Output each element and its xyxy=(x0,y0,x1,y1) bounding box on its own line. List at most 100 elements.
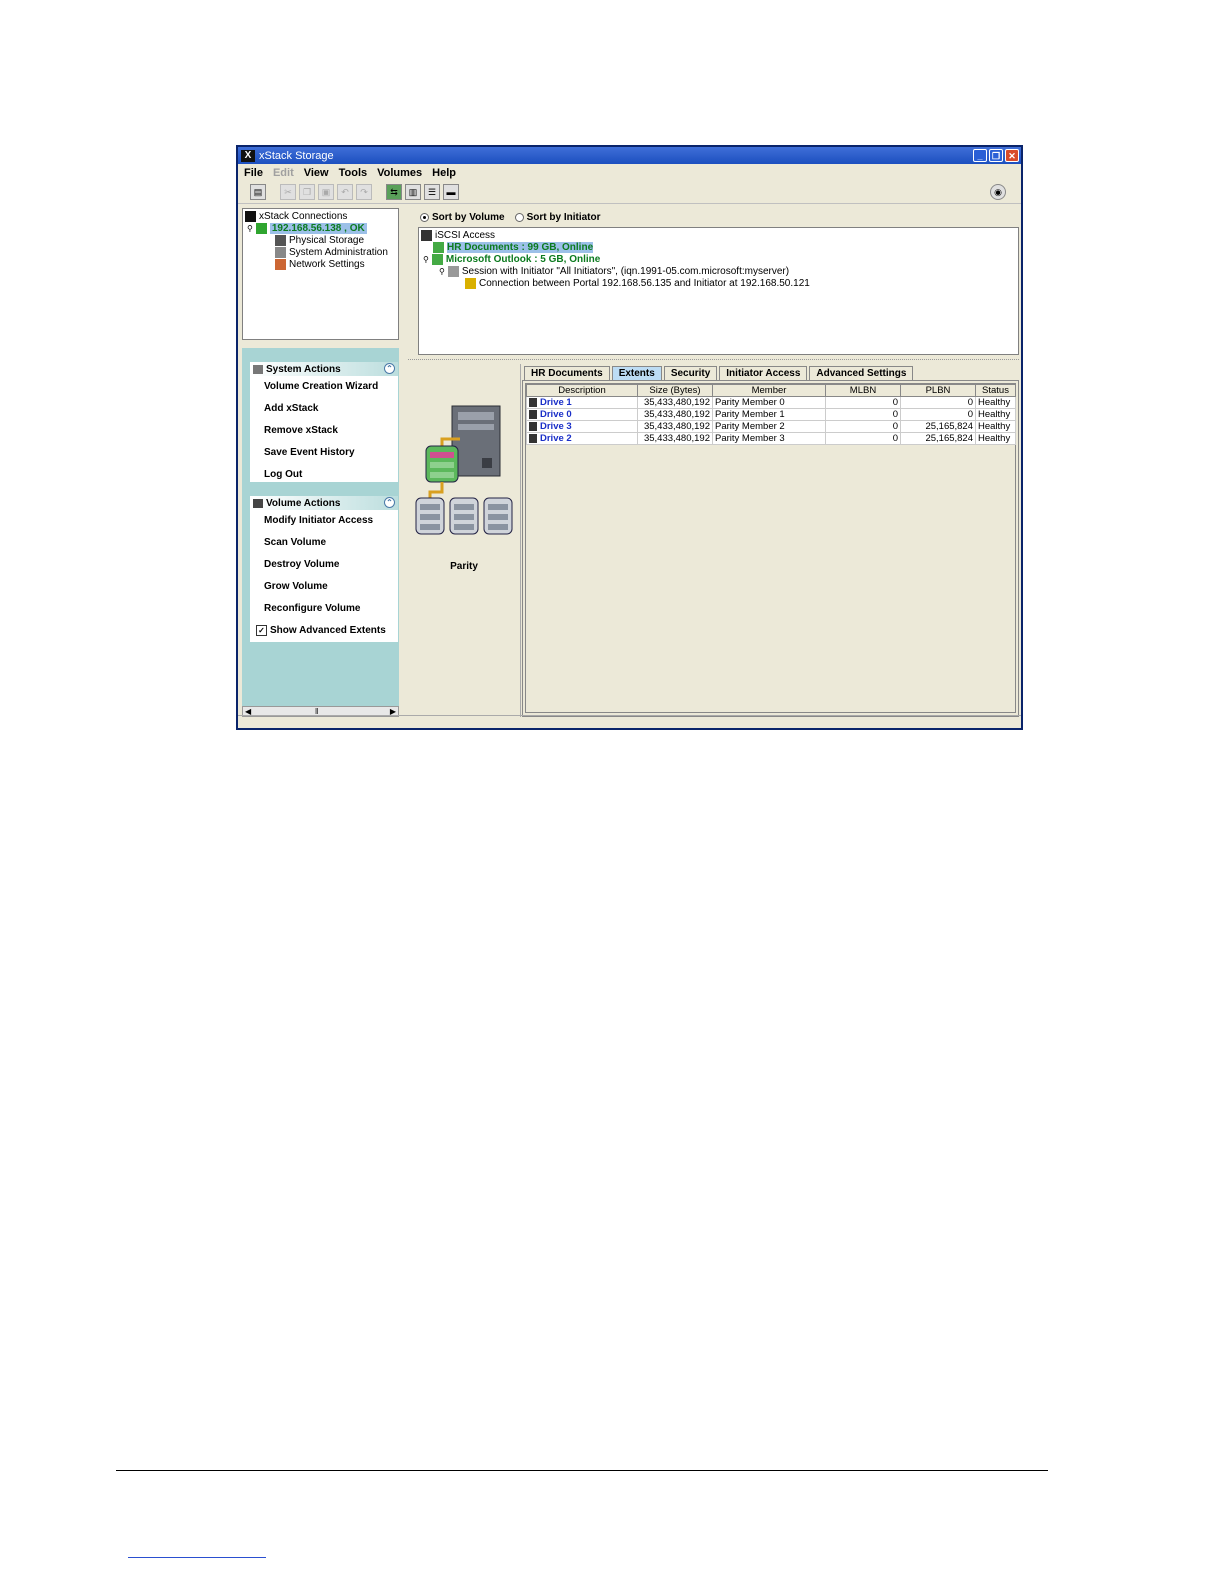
disk-icon xyxy=(275,235,286,246)
tree-item-network-settings[interactable]: Network Settings xyxy=(275,259,365,270)
storage-view-icon[interactable]: ☰ xyxy=(424,184,440,200)
tree-connection[interactable]: ⚲ 192.168.56.138 , OK xyxy=(247,223,367,234)
sort-by-volume-radio[interactable] xyxy=(420,212,429,222)
extents-table: Description Size (Bytes) Member MLBN PLB… xyxy=(526,384,1016,445)
tab-hr-documents[interactable]: HR Documents xyxy=(524,366,610,380)
remove-xstack-link[interactable]: Remove xStack xyxy=(250,420,398,442)
column-header-mlbn[interactable]: MLBN xyxy=(825,384,901,397)
tab-extents[interactable]: Extents xyxy=(611,366,662,380)
iscsi-root[interactable]: iSCSI Access xyxy=(421,230,495,241)
drive-icon xyxy=(529,433,537,443)
iscsi-tree: iSCSI Access HR Documents : 99 GB, Onlin… xyxy=(418,227,1019,355)
session-icon xyxy=(447,266,459,277)
server-icon xyxy=(451,405,501,477)
connect-icon[interactable]: ▤ xyxy=(250,184,266,200)
table-row[interactable]: Drive 3 35,433,480,192 Parity Member 2 0… xyxy=(526,420,1016,433)
reconfigure-volume-link[interactable]: Reconfigure Volume xyxy=(250,598,398,620)
xstack-icon xyxy=(245,211,256,222)
menu-view[interactable]: View xyxy=(304,167,329,179)
volume-icon xyxy=(433,242,444,253)
volume-actions-panel: Volume Actions ⌃ Modify Initiator Access… xyxy=(250,496,398,642)
paste-icon[interactable]: ▣ xyxy=(318,184,334,200)
page-footer-rule xyxy=(116,1470,1048,1471)
column-header-description[interactable]: Description xyxy=(526,384,638,397)
tab-security[interactable]: Security xyxy=(663,366,718,380)
system-icon xyxy=(253,364,263,374)
collapse-icon[interactable]: ⌃ xyxy=(384,363,395,374)
undo-icon[interactable]: ↶ xyxy=(337,184,353,200)
session-item[interactable]: ⚲ Session with Initiator "All Initiators… xyxy=(439,266,789,277)
redo-icon[interactable]: ↷ xyxy=(356,184,372,200)
connections-tree: xStack Connections ⚲ 192.168.56.138 , OK… xyxy=(242,208,399,340)
modify-initiator-access-link[interactable]: Modify Initiator Access xyxy=(250,510,398,532)
iscsi-view-icon[interactable]: ⇆ xyxy=(386,184,402,200)
menu-bar: File Edit View Tools Volumes Help xyxy=(238,164,1021,181)
raid-type-label: Parity xyxy=(450,561,478,572)
grow-volume-link[interactable]: Grow Volume xyxy=(250,576,398,598)
volume-microsoft-outlook[interactable]: ⚲ Microsoft Outlook : 5 GB, Online xyxy=(423,254,600,265)
minimize-icon[interactable]: _ xyxy=(973,149,987,162)
volume-actions-header[interactable]: Volume Actions ⌃ xyxy=(250,496,398,510)
expand-icon[interactable]: ⚲ xyxy=(439,267,445,276)
sort-options: Sort by Volume Sort by Initiator xyxy=(408,208,1019,226)
system-actions-header[interactable]: System Actions ⌃ xyxy=(250,362,398,376)
network-view-icon[interactable]: ▬ xyxy=(443,184,459,200)
iscsi-icon xyxy=(421,230,432,241)
volume-hr-documents[interactable]: HR Documents : 99 GB, Online xyxy=(433,242,594,253)
member-disk-icon xyxy=(483,497,513,535)
cut-icon[interactable]: ✂ xyxy=(280,184,296,200)
tree-root[interactable]: xStack Connections xyxy=(245,211,347,222)
sort-by-initiator-radio[interactable] xyxy=(514,212,524,222)
menu-tools[interactable]: Tools xyxy=(339,167,368,179)
volume-tabs: HR Documents Extents Security Initiator … xyxy=(524,366,915,380)
tab-advanced-settings[interactable]: Advanced Settings xyxy=(809,366,914,380)
menu-file[interactable]: File xyxy=(244,167,263,179)
iscsi-pane: Sort by Volume Sort by Initiator iSCSI A… xyxy=(408,208,1019,355)
member-disk-icon xyxy=(415,497,445,535)
table-row[interactable]: Drive 2 35,433,480,192 Parity Member 3 0… xyxy=(526,432,1016,445)
table-row[interactable]: Drive 0 35,433,480,192 Parity Member 1 0… xyxy=(526,408,1016,421)
add-xstack-link[interactable]: Add xStack xyxy=(250,398,398,420)
drive-icon xyxy=(529,397,537,407)
destroy-volume-link[interactable]: Destroy Volume xyxy=(250,554,398,576)
drive-view-icon[interactable]: ▥ xyxy=(405,184,421,200)
table-row[interactable]: Drive 1 35,433,480,192 Parity Member 0 0… xyxy=(526,396,1016,409)
extents-tab-panel: Description Size (Bytes) Member MLBN PLB… xyxy=(522,380,1019,717)
expand-icon[interactable]: ⚲ xyxy=(423,255,429,264)
show-advanced-extents-row[interactable]: ✓ Show Advanced Extents xyxy=(250,620,398,642)
column-header-size[interactable]: Size (Bytes) xyxy=(637,384,713,397)
member-disk-icon xyxy=(449,497,479,535)
save-event-history-link[interactable]: Save Event History xyxy=(250,442,398,464)
tab-initiator-access[interactable]: Initiator Access xyxy=(719,366,808,380)
left-pane: xStack Connections ⚲ 192.168.56.138 , OK… xyxy=(242,208,399,717)
app-window: X xStack Storage _ ❐ ✕ File Edit View To… xyxy=(236,145,1023,730)
extents-table-container: Description Size (Bytes) Member MLBN PLB… xyxy=(525,383,1016,713)
column-header-plbn[interactable]: PLBN xyxy=(900,384,976,397)
log-out-link[interactable]: Log Out xyxy=(250,464,398,486)
title-bar: X xStack Storage _ ❐ ✕ xyxy=(238,147,1021,164)
drive-icon xyxy=(529,421,537,431)
menu-edit[interactable]: Edit xyxy=(273,167,294,179)
toolbar: ▤ ✂ ❐ ▣ ↶ ↷ ⇆ ▥ ☰ ▬ ◉ xyxy=(238,181,1021,204)
close-icon[interactable]: ✕ xyxy=(1005,149,1019,162)
connection-icon xyxy=(465,278,476,289)
scan-volume-link[interactable]: Scan Volume xyxy=(250,532,398,554)
copy-icon[interactable]: ❐ xyxy=(299,184,315,200)
show-advanced-extents-checkbox[interactable]: ✓ xyxy=(256,624,267,636)
actions-pane: System Actions ⌃ Volume Creation Wizard … xyxy=(242,348,399,711)
menu-help[interactable]: Help xyxy=(432,167,456,179)
parity-disk-icon xyxy=(425,445,459,483)
tree-item-physical-storage[interactable]: Physical Storage xyxy=(275,235,364,246)
xstack-logo-icon: X xyxy=(241,149,255,162)
connection-item[interactable]: Connection between Portal 192.168.56.135… xyxy=(465,278,810,289)
column-header-status[interactable]: Status xyxy=(975,384,1016,397)
volume-creation-wizard-link[interactable]: Volume Creation Wizard xyxy=(250,376,398,398)
tree-item-system-administration[interactable]: System Administration xyxy=(275,247,388,258)
column-header-member[interactable]: Member xyxy=(712,384,826,397)
stop-icon[interactable]: ◉ xyxy=(990,184,1006,200)
expand-icon[interactable]: ⚲ xyxy=(247,224,253,233)
collapse-icon[interactable]: ⌃ xyxy=(384,497,395,508)
volume-icon xyxy=(253,498,263,508)
restore-icon[interactable]: ❐ xyxy=(989,149,1003,162)
menu-volumes[interactable]: Volumes xyxy=(377,167,422,179)
